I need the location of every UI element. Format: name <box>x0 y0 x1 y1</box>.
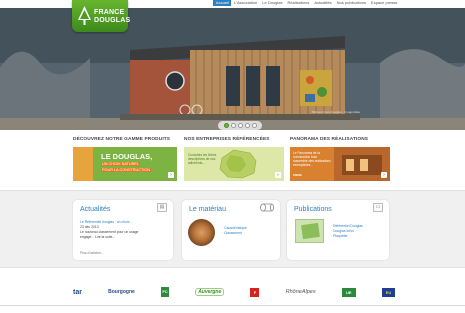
top-nav: Accueil L'Association Le Douglas Réalisa… <box>0 0 465 8</box>
slider-dot[interactable] <box>223 123 229 128</box>
material-link-classement[interactable]: · Classement <box>222 231 242 235</box>
material-link-caracteristique[interactable]: · Caractéristique <box>222 226 247 230</box>
promo-products-line2: POUR LA CONSTRUCTION <box>101 168 152 172</box>
publications-card: Publications ▭ · Référentiel Douglas · D… <box>287 200 389 260</box>
nav-item-association[interactable]: L'Association <box>231 0 259 6</box>
promo-stripe <box>73 147 93 181</box>
nav-item-douglas[interactable]: Le Douglas <box>260 0 285 6</box>
hero-banner: Bâtiment bois Douglas - Fougerolles <box>0 8 465 130</box>
slider-dot[interactable] <box>230 123 236 128</box>
partner-logo-f[interactable]: F <box>250 287 260 297</box>
hero-credit: Bâtiment bois Douglas - Fougerolles <box>311 110 360 114</box>
material-title[interactable]: Le matériau <box>189 206 226 213</box>
promo-products[interactable]: LE DOUGLAS, UN CHOIX NATUREL POUR LA CON… <box>73 147 177 181</box>
arrow-right-icon[interactable]: › <box>381 172 387 178</box>
newspaper-icon: ▤ <box>157 203 167 212</box>
publications-title[interactable]: Publications <box>294 206 332 213</box>
partner-logos: tar Bourgogne FC Auvergne F RhôneAlpes U… <box>73 285 395 299</box>
slider-controls <box>218 121 262 130</box>
promo-companies[interactable]: Consultez les fiches descriptives de nos… <box>184 147 284 181</box>
promo-panorama-tag: CNDB <box>293 173 302 177</box>
publications-link-plaquette[interactable]: · Plaquette <box>331 234 347 238</box>
promo-panorama[interactable]: Le Panorama de la construction bois rass… <box>290 147 390 181</box>
news-card: Actualités ▤ Le Référentiel douglas : un… <box>73 200 173 260</box>
wood-section-image <box>188 219 215 246</box>
nav-item-actualites[interactable]: Actualités <box>312 0 334 6</box>
tree-icon <box>78 6 91 25</box>
nav-list: Accueil L'Association Le Douglas Réalisa… <box>213 0 400 6</box>
news-date: 23 déc 2013 <box>80 225 99 229</box>
logo-line2: DOUGLAS <box>94 17 131 24</box>
publication-cover-image <box>295 219 324 243</box>
eu-flag-icon[interactable]: EU <box>381 287 395 297</box>
partner-logo-fc[interactable]: FC <box>161 287 169 297</box>
nav-item-realisations[interactable]: Réalisations <box>285 0 312 6</box>
news-more-link[interactable]: Plus d'articles... <box>80 251 104 255</box>
section-title-panorama: PANORAMA DES RÉALISATIONS <box>290 137 369 142</box>
slider-dot[interactable] <box>237 123 243 128</box>
partner-logo-rhonealpes[interactable]: RhôneAlpes <box>286 289 316 295</box>
arrow-right-icon[interactable]: › <box>275 172 281 178</box>
section-title-products: DÉCOUVREZ NOTRE GAMME PRODUITS <box>73 137 171 142</box>
nav-item-presse[interactable]: Espace presse <box>369 0 400 6</box>
partner-logo-auvergne[interactable]: Auvergne <box>195 288 225 296</box>
section-title-companies: NOS ENTREPRISES RÉFÉRENCÉES <box>184 137 270 142</box>
publications-link-referentiel[interactable]: · Référentiel Douglas <box>331 224 363 228</box>
nav-item-publications[interactable]: Nos publications <box>334 0 368 6</box>
news-read-more[interactable]: engagé... Lire la suite... <box>80 235 115 239</box>
hero-photo <box>0 8 465 130</box>
news-headline[interactable]: Le Référentiel douglas : un choix... <box>80 220 132 224</box>
material-card: Le matériau · Caractéristique · Classeme… <box>182 200 280 260</box>
publications-link-infos[interactable]: · Douglas Infos <box>331 229 354 233</box>
slider-dot[interactable] <box>251 123 257 128</box>
news-excerpt: Le nouveau classement pour un usage <box>80 230 139 234</box>
document-icon: ▭ <box>373 203 383 212</box>
promo-products-title: LE DOUGLAS, <box>101 152 153 161</box>
promo-products-line1: UN CHOIX NATUREL <box>101 162 141 166</box>
promo-panorama-text: Le Panorama de la construction bois rass… <box>293 151 331 167</box>
log-icon <box>260 203 274 212</box>
logo-line1: FRANCE <box>94 9 125 16</box>
france-douglas-logo[interactable]: FRANCE DOUGLAS <box>72 0 131 32</box>
nav-item-accueil[interactable]: Accueil <box>213 0 232 6</box>
promo-companies-text: Consultez les fiches descriptives de nos… <box>188 153 217 165</box>
arrow-right-icon[interactable]: › <box>168 172 174 178</box>
partner-logo-ue[interactable]: UE <box>341 287 356 297</box>
partner-logo-tar[interactable]: tar <box>73 289 82 296</box>
news-title[interactable]: Actualités <box>80 206 110 213</box>
slider-dot[interactable] <box>244 123 250 128</box>
partner-logo-bourgogne[interactable]: Bourgogne <box>108 289 135 295</box>
footer-divider <box>0 305 465 306</box>
